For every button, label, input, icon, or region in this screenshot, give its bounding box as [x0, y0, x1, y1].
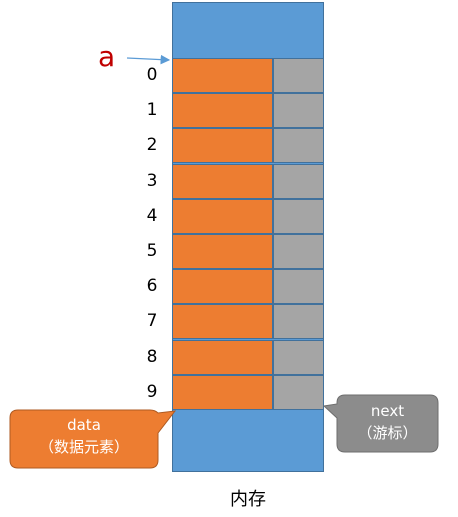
data-callout-subtitle: （数据元素） [38, 438, 129, 456]
next-callout-title: next [370, 402, 405, 420]
pointer-arrow [126, 54, 171, 65]
next-callout: next （游标） [337, 400, 438, 444]
data-callout: data （数据元素） [10, 414, 158, 458]
memory-label: 内存 [230, 489, 266, 510]
next-callout-subtitle: （游标） [357, 424, 418, 442]
data-callout-title: data [67, 416, 101, 434]
